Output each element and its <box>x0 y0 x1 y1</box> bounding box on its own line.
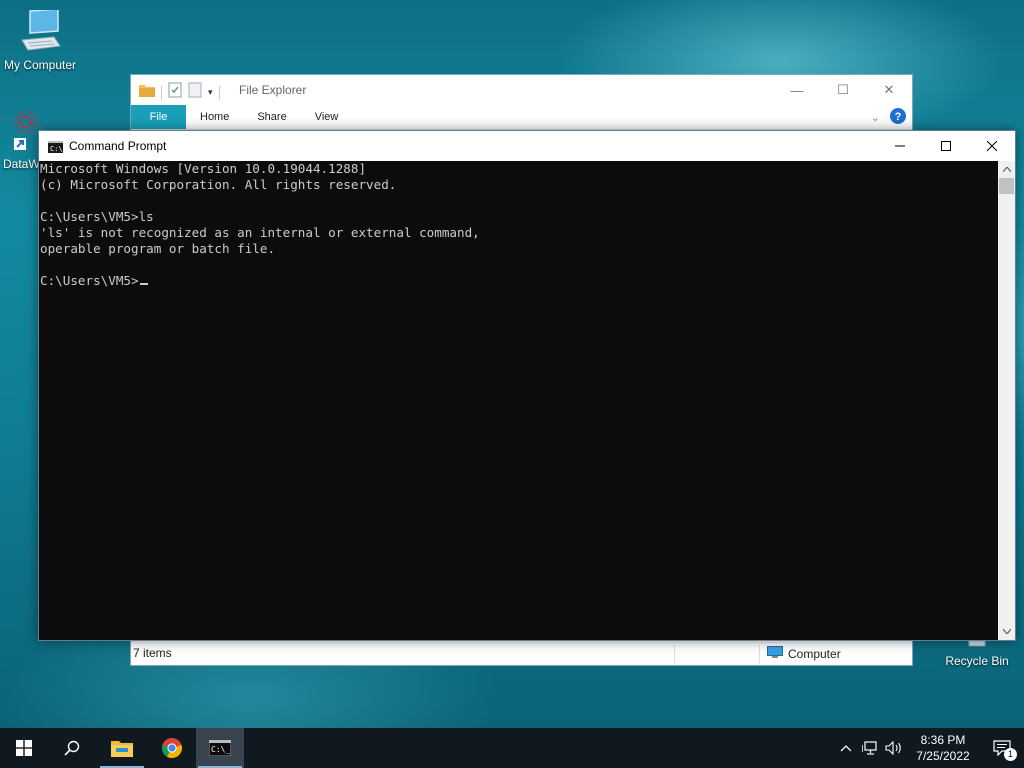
chrome-icon <box>162 738 182 759</box>
taskbar-chrome[interactable] <box>148 728 196 768</box>
new-folder-icon[interactable] <box>188 82 202 103</box>
desktop-icon-label: DataW <box>3 157 40 171</box>
taskbar-command-prompt[interactable]: C:\_ <box>196 728 244 768</box>
svg-text:C:\: C:\ <box>50 145 63 153</box>
desktop-icon-label: My Computer <box>3 58 77 72</box>
maximize-icon <box>941 141 951 151</box>
start-button[interactable] <box>0 728 48 768</box>
volume-button[interactable] <box>882 741 906 755</box>
chevron-up-icon <box>840 745 852 752</box>
console-prompt: C:\Users\VM5> <box>40 273 139 288</box>
tab-file[interactable]: File <box>131 105 186 129</box>
clock-date: 7/25/2022 <box>916 749 970 763</box>
divider <box>218 85 220 100</box>
taskbar: C:\_ 8:36 PM 7/25/2022 1 <box>0 728 1024 768</box>
computer-icon <box>16 8 64 56</box>
expand-ribbon-icon[interactable]: ⌄ <box>871 111 880 124</box>
minimize-icon <box>895 145 905 147</box>
text-cursor <box>139 283 148 285</box>
show-hidden-icons-button[interactable] <box>834 744 858 752</box>
chevron-down-icon <box>1002 629 1011 634</box>
console-prompt-line[interactable]: C:\Users\VM5> <box>40 273 999 289</box>
close-icon: ✕ <box>883 82 895 97</box>
chevron-up-icon <box>1002 167 1011 172</box>
network-button[interactable] <box>858 741 882 755</box>
console-line: C:\Users\VM5>ls <box>40 209 154 224</box>
monitor-icon <box>767 646 783 662</box>
scrollbar-thumb[interactable] <box>999 178 1014 194</box>
desktop: My Computer DataW Recycle Bin ▾ File Exp… <box>0 0 1024 728</box>
cmd-titlebar[interactable]: C:\ Command Prompt <box>39 131 1015 161</box>
desktop-icon-label: Recycle Bin <box>945 654 1009 668</box>
desktop-icon-dataw[interactable]: DataW <box>0 108 40 171</box>
folder-icon[interactable] <box>139 83 155 102</box>
maximize-button[interactable] <box>923 131 969 161</box>
properties-icon[interactable] <box>168 82 182 103</box>
taskbar-file-explorer[interactable] <box>98 728 146 768</box>
clock-time: 8:36 PM <box>920 733 966 747</box>
network-icon <box>862 741 877 755</box>
item-count: 7 items <box>133 646 172 660</box>
status-location-label: Computer <box>788 647 841 661</box>
file-explorer-icon <box>111 741 133 757</box>
cmd-title: Command Prompt <box>69 139 167 153</box>
explorer-statusbar: 7 items Computer <box>131 642 912 665</box>
command-prompt-icon: C:\ <box>48 140 63 158</box>
search-button[interactable] <box>48 728 96 768</box>
desktop-icon-my-computer[interactable]: My Computer <box>0 8 80 72</box>
command-prompt-window[interactable]: C:\ Command Prompt Microsoft Windows [Ve… <box>38 130 1016 641</box>
vertical-scrollbar[interactable] <box>998 161 1015 640</box>
maximize-button[interactable]: ☐ <box>820 75 866 105</box>
explorer-ribbon: File Home Share View ⌄ ? <box>131 105 912 130</box>
notification-center-button[interactable]: 1 <box>980 740 1024 761</box>
close-button[interactable] <box>969 131 1015 161</box>
command-prompt-icon: C:\_ <box>209 740 231 756</box>
system-tray: 8:36 PM 7/25/2022 1 <box>834 728 1024 768</box>
quick-access-toolbar: ▾ <box>139 82 220 103</box>
console-line: Microsoft Windows [Version 10.0.19044.12… <box>40 161 367 176</box>
explorer-titlebar[interactable]: ▾ File Explorer — ☐ ✕ <box>131 75 912 105</box>
console-output[interactable]: Microsoft Windows [Version 10.0.19044.12… <box>39 161 999 640</box>
console-line: (c) Microsoft Corporation. All rights re… <box>40 177 397 192</box>
svg-text:?: ? <box>895 111 902 123</box>
minimize-button[interactable]: — <box>774 75 820 105</box>
clock[interactable]: 8:36 PM 7/25/2022 <box>906 732 980 764</box>
status-location: Computer <box>767 646 841 662</box>
console-line: 'ls' is not recognized as an internal or… <box>40 225 480 240</box>
search-icon <box>64 740 80 756</box>
divider <box>759 645 760 663</box>
scroll-up-button[interactable] <box>998 161 1015 178</box>
notification-badge: 1 <box>1004 748 1017 761</box>
console-line: operable program or batch file. <box>40 241 276 256</box>
svg-text:C:\_: C:\_ <box>211 745 230 754</box>
molecule-icon <box>0 108 40 154</box>
explorer-title: File Explorer <box>239 83 307 97</box>
windows-start-icon <box>16 740 32 756</box>
tab-home[interactable]: Home <box>186 105 243 129</box>
tab-view[interactable]: View <box>301 105 353 129</box>
close-icon <box>987 141 997 151</box>
help-icon[interactable]: ? <box>890 108 906 127</box>
maximize-icon: ☐ <box>837 82 849 97</box>
scroll-down-button[interactable] <box>998 623 1015 640</box>
chevron-down-icon[interactable]: ▾ <box>208 87 213 98</box>
speaker-icon <box>885 741 901 755</box>
divider <box>674 645 675 663</box>
minimize-icon: — <box>790 82 804 98</box>
tab-share[interactable]: Share <box>243 105 300 129</box>
minimize-button[interactable] <box>877 131 923 161</box>
close-button[interactable]: ✕ <box>866 75 912 105</box>
divider <box>161 85 162 100</box>
